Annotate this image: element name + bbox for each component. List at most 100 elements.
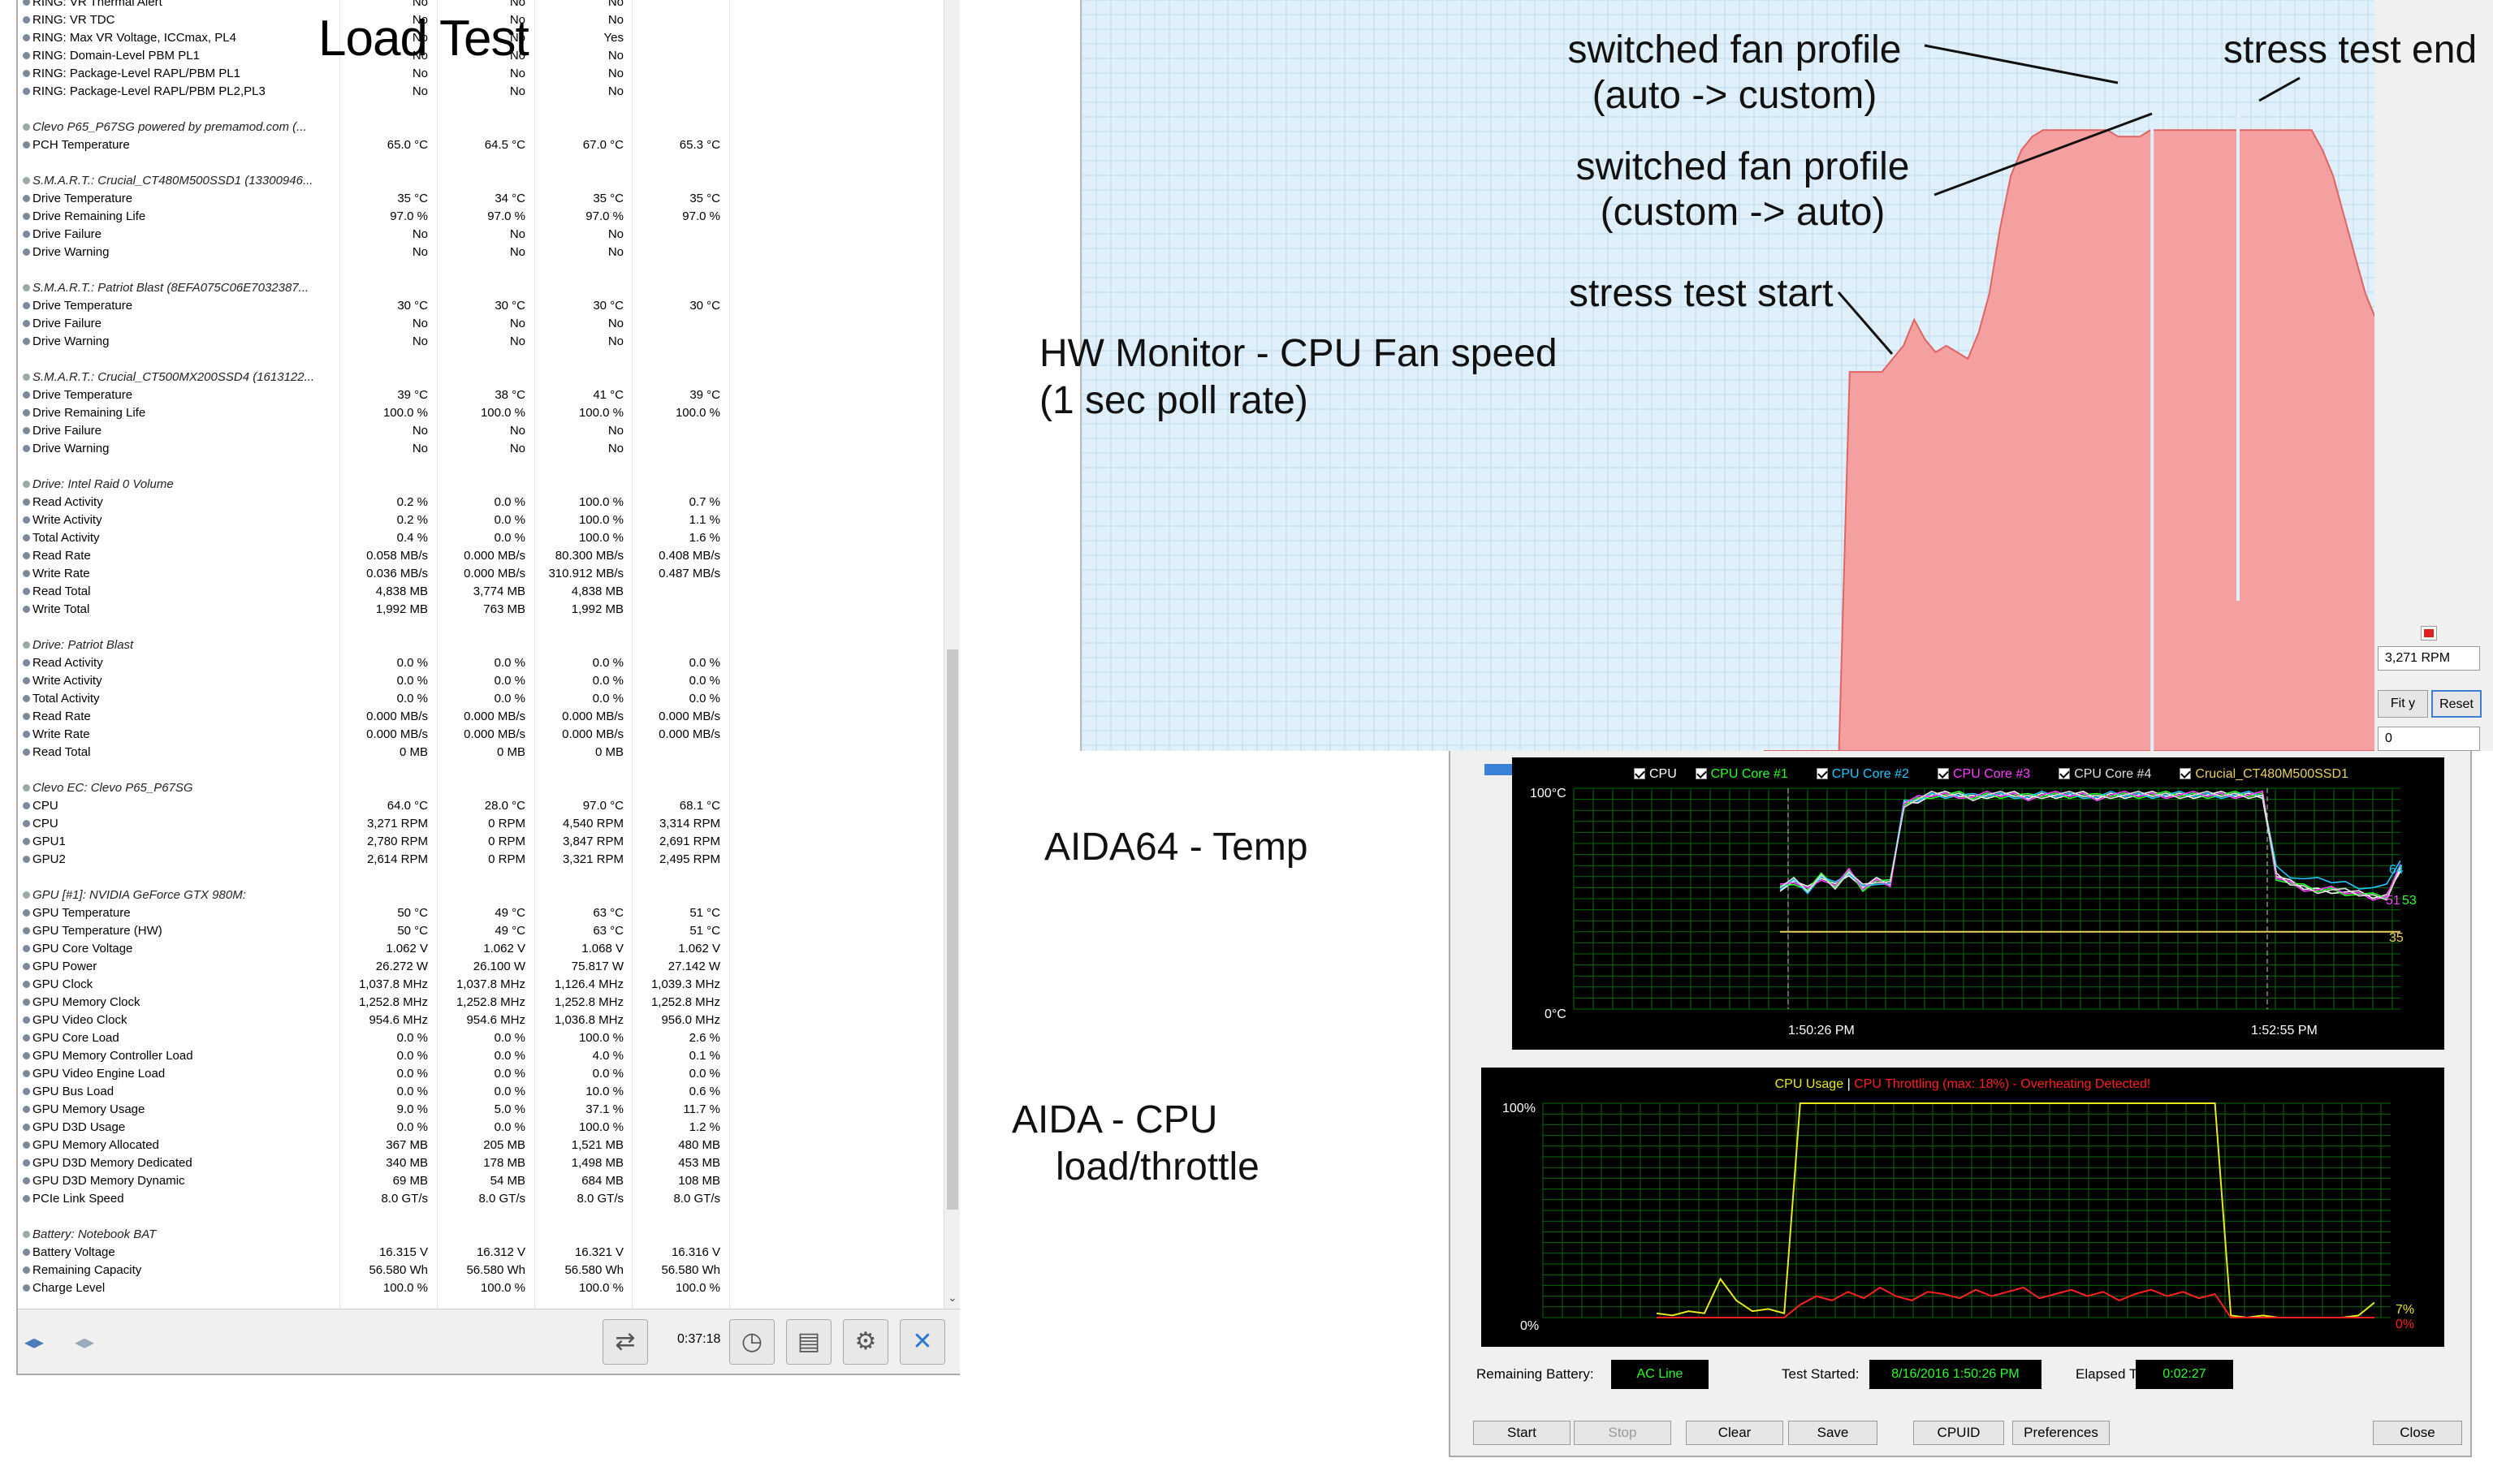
series-color-swatch[interactable] xyxy=(2421,626,2437,641)
sensor-row[interactable]: GPU Temperature 50 °C 49 °C 63 °C 51 °C xyxy=(18,904,944,922)
sensor-row[interactable]: Read Activity 0.0 % 0.0 % 0.0 % 0.0 % xyxy=(18,654,944,672)
avg-value: 1,039.3 MHz xyxy=(650,977,720,991)
avg-value: 51 °C xyxy=(689,924,720,938)
sensor-row[interactable]: Drive Failure No No No xyxy=(18,422,944,440)
arrows-left-right-icon[interactable]: ◂▸ xyxy=(24,1331,44,1354)
fan-value-input[interactable]: 0 xyxy=(2378,727,2480,751)
min-value: 954.6 MHz xyxy=(466,1013,525,1027)
sensor-row[interactable]: Charge Level 100.0 % 100.0 % 100.0 % 100.0 % xyxy=(18,1279,944,1297)
sensor-row[interactable]: CPU 3,271 RPM 0 RPM 4,540 RPM 3,314 RPM xyxy=(18,815,944,833)
sensor-row[interactable]: Read Total 4,838 MB 3,774 MB 4,838 MB xyxy=(18,583,944,601)
sensor-row[interactable]: Write Rate 0.036 MB/s 0.000 MB/s 310.912 MB… xyxy=(18,565,944,583)
reset-button[interactable]: Reset xyxy=(2431,690,2482,718)
sensor-row[interactable]: GPU D3D Memory Dynamic 69 MB 54 MB 684 MB 10… xyxy=(18,1172,944,1190)
sensor-group-header[interactable]: Drive: Intel Raid 0 Volume xyxy=(18,476,944,494)
start-button[interactable]: Start xyxy=(1473,1421,1571,1445)
preferences-button[interactable]: Preferences xyxy=(2012,1421,2110,1445)
cpu-usage-pane: CPU Usage | CPU Throttling (max: 18%) - … xyxy=(1481,1068,2444,1347)
sensor-row[interactable]: PCH Temperature 65.0 °C 64.5 °C 67.0 °C 65.3… xyxy=(18,136,944,154)
stop-button[interactable]: Stop xyxy=(1574,1421,1671,1445)
sensor-row[interactable]: Drive Temperature 30 °C 30 °C 30 °C 30 °C xyxy=(18,297,944,315)
min-value: 0.000 MB/s xyxy=(464,710,525,723)
sensor-row[interactable]: Drive Warning No No No xyxy=(18,244,944,261)
sensor-group-header[interactable]: Drive: Patriot Blast xyxy=(18,636,944,654)
sensor-row[interactable]: GPU Power 26.272 W 26.100 W 75.817 W 27.142 … xyxy=(18,958,944,976)
min-value: 26.100 W xyxy=(473,960,525,973)
close-button[interactable]: Close xyxy=(2373,1421,2462,1445)
close-icon[interactable]: ✕ xyxy=(900,1319,945,1365)
clock-icon[interactable]: ◷ xyxy=(729,1319,775,1365)
sensor-row[interactable]: Drive Remaining Life 100.0 % 100.0 % 100.0 … xyxy=(18,404,944,422)
arrows-layout-icon[interactable]: ◂▸ xyxy=(75,1331,94,1354)
cpuid-button[interactable]: CPUID xyxy=(1913,1421,2004,1445)
chevron-down-icon[interactable]: ⌄ xyxy=(948,1291,957,1305)
sensor-list-scrollbar[interactable]: ⌄ xyxy=(944,0,960,1309)
min-value: 0.0 % xyxy=(494,1120,525,1134)
sensor-group-header[interactable]: GPU [#1]: NVIDIA GeForce GTX 980M: xyxy=(18,887,944,904)
sensor-row[interactable]: Drive Remaining Life 97.0 % 97.0 % 97.0 % 97… xyxy=(18,208,944,226)
sensor-row[interactable]: GPU D3D Usage 0.0 % 0.0 % 100.0 % 1.2 % xyxy=(18,1119,944,1137)
sensor-row[interactable]: Battery Voltage 16.315 V 16.312 V 16.321 V 1… xyxy=(18,1244,944,1262)
sensor-row[interactable]: Drive Warning No No No xyxy=(18,440,944,458)
sensor-row[interactable]: Write Activity 0.0 % 0.0 % 0.0 % 0.0 % xyxy=(18,672,944,690)
sensor-name: RING: Max VR Voltage, ICCmax, PL4 xyxy=(32,31,236,45)
sensor-row[interactable]: GPU Core Load 0.0 % 0.0 % 100.0 % 2.6 % xyxy=(18,1029,944,1047)
sensor-row[interactable]: GPU Temperature (HW) 50 °C 49 °C 63 °C 51 °C xyxy=(18,922,944,940)
sensor-row[interactable]: GPU Memory Clock 1,252.8 MHz 1,252.8 MHz 1,… xyxy=(18,994,944,1012)
gear-icon[interactable]: ⚙ xyxy=(843,1319,888,1365)
sensor-group-header[interactable]: S.M.A.R.T.: Crucial_CT480M500SSD1 (13300… xyxy=(18,172,944,190)
log-file-icon[interactable]: ▤ xyxy=(786,1319,832,1365)
sensor-name: Drive Remaining Life xyxy=(32,209,146,223)
sensor-row[interactable]: PCIe Link Speed 8.0 GT/s 8.0 GT/s 8.0 GT/s 8… xyxy=(18,1190,944,1208)
sensor-icon xyxy=(23,427,30,434)
sensor-row[interactable]: Read Rate 0.058 MB/s 0.000 MB/s 80.300 MB/s… xyxy=(18,547,944,565)
sensor-icon xyxy=(23,1088,30,1095)
sensor-row[interactable]: GPU Memory Controller Load 0.0 % 0.0 % 4.0 … xyxy=(18,1047,944,1065)
network-icon[interactable]: ⇄ xyxy=(603,1319,648,1365)
sensor-group-header[interactable]: S.M.A.R.T.: Crucial_CT500MX200SSD4 (1613… xyxy=(18,369,944,386)
current-value: 1.062 V xyxy=(386,942,428,956)
current-value: 16.315 V xyxy=(378,1245,428,1259)
sensor-row[interactable]: GPU Memory Usage 9.0 % 5.0 % 37.1 % 11.7 % xyxy=(18,1101,944,1119)
sensor-group-header[interactable]: Clevo P65_P67SG powered by premamod.com … xyxy=(18,119,944,136)
sensor-row[interactable]: GPU2 2,614 RPM 0 RPM 3,321 RPM 2,495 RPM xyxy=(18,851,944,869)
clear-button[interactable]: Clear xyxy=(1686,1421,1783,1445)
sensor-row[interactable]: Read Rate 0.000 MB/s 0.000 MB/s 0.000 MB/s 0… xyxy=(18,708,944,726)
avg-value: 1.062 V xyxy=(678,942,720,956)
sensor-row[interactable]: Write Total 1,992 MB 763 MB 1,992 MB xyxy=(18,601,944,619)
fit-y-button[interactable]: Fit y xyxy=(2378,690,2428,718)
sensor-group-header[interactable]: Battery: Notebook BAT xyxy=(18,1226,944,1244)
sensor-row[interactable]: GPU Bus Load 0.0 % 0.0 % 10.0 % 0.6 % xyxy=(18,1083,944,1101)
scrollbar-thumb[interactable] xyxy=(947,649,958,1210)
sensor-row[interactable]: Drive Warning No No No xyxy=(18,333,944,351)
sensor-row[interactable]: Remaining Capacity 56.580 Wh 56.580 Wh 56.5… xyxy=(18,1262,944,1279)
min-value: 0.0 % xyxy=(494,1031,525,1045)
sensor-row[interactable]: GPU D3D Memory Dedicated 340 MB 178 MB 1,49… xyxy=(18,1154,944,1172)
current-value: 0.0 % xyxy=(396,1031,428,1045)
sensor-row[interactable]: GPU Core Voltage 1.062 V 1.062 V 1.068 V 1.0… xyxy=(18,940,944,958)
avg-value: 30 °C xyxy=(689,299,720,313)
sensor-group-header[interactable]: Clevo EC: Clevo P65_P67SG xyxy=(18,779,944,797)
save-button[interactable]: Save xyxy=(1788,1421,1877,1445)
sensor-row[interactable]: GPU Clock 1,037.8 MHz 1,037.8 MHz 1,126.4 M… xyxy=(18,976,944,994)
sensor-group-header[interactable]: S.M.A.R.T.: Patriot Blast (8EFA075C06E70… xyxy=(18,279,944,297)
current-value: No xyxy=(412,424,428,438)
sensor-row[interactable]: Read Total 0 MB 0 MB 0 MB xyxy=(18,744,944,761)
sensor-row[interactable]: GPU Video Engine Load 0.0 % 0.0 % 0.0 % 0.0 … xyxy=(18,1065,944,1083)
sensor-row[interactable]: Write Activity 0.2 % 0.0 % 100.0 % 1.1 % xyxy=(18,511,944,529)
sensor-row[interactable]: GPU Memory Allocated 367 MB 205 MB 1,521 MB… xyxy=(18,1137,944,1154)
sensor-row[interactable]: Drive Temperature 35 °C 34 °C 35 °C 35 °C xyxy=(18,190,944,208)
sensor-row[interactable]: CPU 64.0 °C 28.0 °C 97.0 °C 68.1 °C xyxy=(18,797,944,815)
sensor-row[interactable]: Drive Failure No No No xyxy=(18,315,944,333)
sensor-row[interactable]: RING: Package-Level RAPL/PBM PL2,PL3 No No… xyxy=(18,83,944,101)
sensor-row[interactable]: GPU1 2,780 RPM 0 RPM 3,847 RPM 2,691 RPM xyxy=(18,833,944,851)
sensor-row[interactable]: Total Activity 0.4 % 0.0 % 100.0 % 1.6 % xyxy=(18,529,944,547)
sensor-row[interactable]: GPU Video Clock 954.6 MHz 954.6 MHz 1,036.8… xyxy=(18,1012,944,1029)
sensor-row[interactable]: Read Activity 0.2 % 0.0 % 100.0 % 0.7 % xyxy=(18,494,944,511)
sensor-row[interactable]: Write Rate 0.000 MB/s 0.000 MB/s 0.000 MB/s… xyxy=(18,726,944,744)
sensor-row[interactable]: Total Activity 0.0 % 0.0 % 0.0 % 0.0 % xyxy=(18,690,944,708)
sensor-row[interactable]: Drive Failure No No No xyxy=(18,226,944,244)
sensor-row[interactable]: RING: Package-Level RAPL/PBM PL1 No No No xyxy=(18,65,944,83)
sensor-row[interactable]: Drive Temperature 39 °C 38 °C 41 °C 39 °C xyxy=(18,386,944,404)
temp-series-line xyxy=(1779,790,2401,901)
